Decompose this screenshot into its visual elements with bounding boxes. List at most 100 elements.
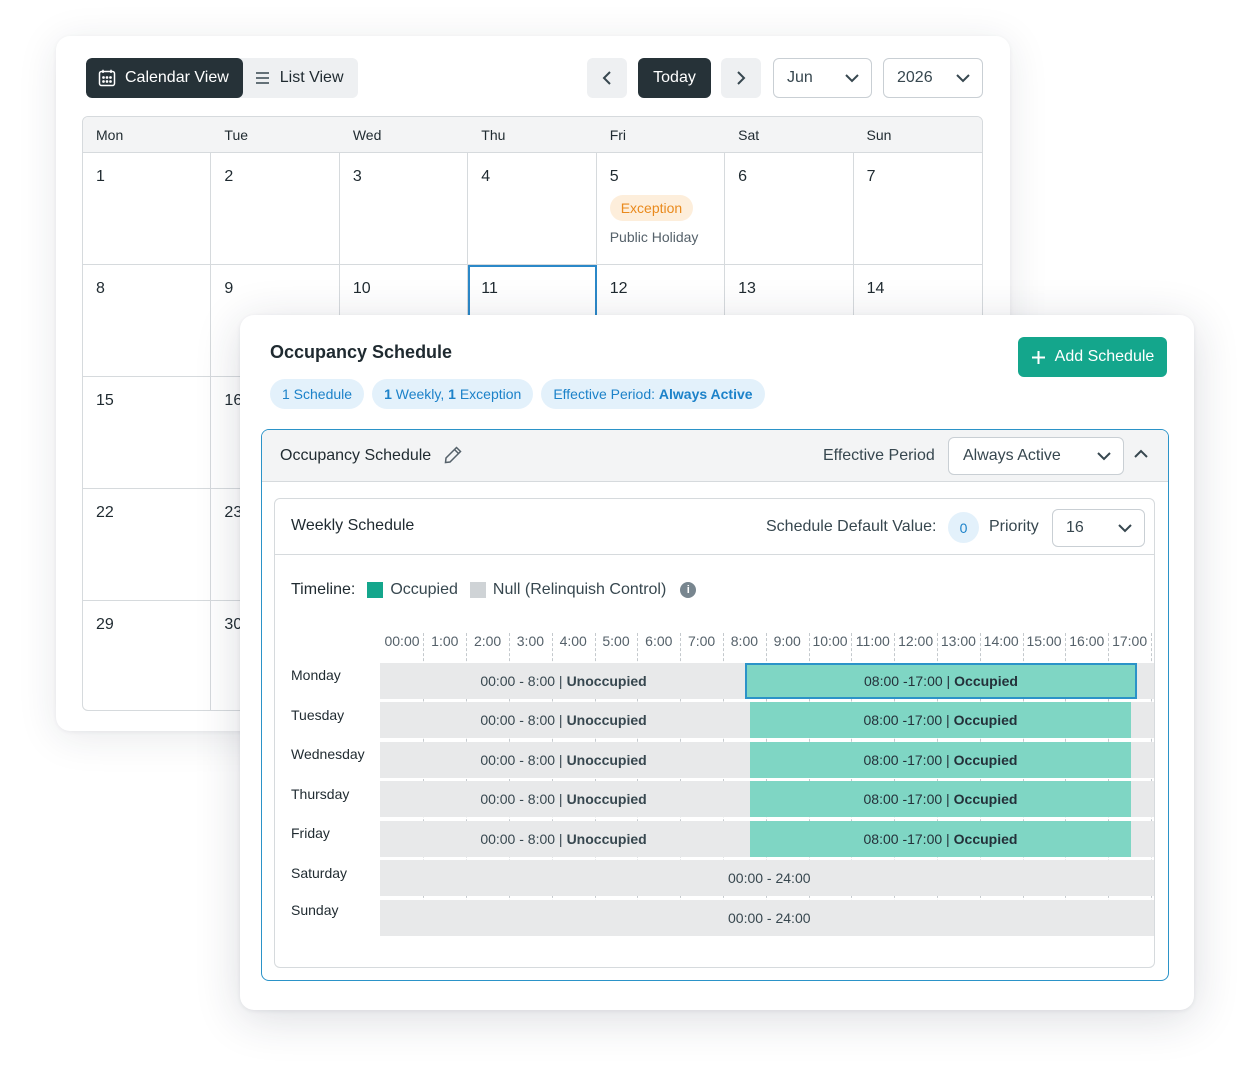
list-view-button[interactable]: List View: [243, 58, 358, 98]
unoccupied-segment[interactable]: 00:00 - 8:00 | Unoccupied: [380, 702, 747, 738]
legend-null: Null (Relinquish Control): [469, 581, 667, 599]
weekday-label: Fri: [609, 127, 627, 143]
unoccupied-segment[interactable]: 00:00 - 8:00 | Unoccupied: [380, 781, 747, 817]
schedule-type-chip: 1 Weekly, 1 Exception: [372, 379, 534, 409]
day-cell[interactable]: 22: [83, 489, 212, 601]
unoccupied-segment[interactable]: 00:00 - 8:00 | Unoccupied: [380, 663, 747, 699]
month-select[interactable]: Jun: [773, 58, 872, 98]
day-number: 15: [96, 392, 114, 409]
segment-state: Occupied: [953, 791, 1018, 807]
null-segment[interactable]: 00:00 - 24:00: [380, 860, 1154, 896]
calendar-view-label: Calendar View: [125, 69, 229, 86]
day-cell[interactable]: 8: [83, 265, 212, 377]
view-toggle: Calendar View List View: [86, 58, 358, 98]
chevron-up-icon[interactable]: [1133, 446, 1149, 467]
occupied-segment[interactable]: 08:00 -17:00 | Occupied: [750, 821, 1131, 857]
legend-title: Timeline:: [291, 581, 356, 598]
weekly-schedule: Weekly Schedule Schedule Default Value: …: [274, 498, 1155, 968]
day-cell[interactable]: 1: [83, 153, 212, 265]
segment-range: 00:00 - 24:00: [728, 870, 811, 886]
day-cell[interactable]: 2: [211, 153, 340, 265]
day-number: 10: [352, 280, 371, 297]
day-number: 1: [96, 168, 105, 185]
default-value-badge: 0: [948, 512, 979, 543]
segment-state: Unoccupied: [566, 752, 647, 768]
null-swatch: [469, 582, 486, 598]
day-cell[interactable]: 6: [725, 153, 854, 265]
hour-label: 00:00: [383, 633, 421, 649]
day-number: 13: [738, 280, 756, 297]
unoccupied-segment[interactable]: 00:00 - 8:00 | Unoccupied: [380, 821, 747, 857]
occupied-swatch: [367, 582, 384, 598]
today-button[interactable]: Today: [638, 58, 711, 98]
occupied-segment[interactable]: 08:00 -17:00 | Occupied: [750, 702, 1131, 738]
hour-label: 15:00: [1025, 633, 1063, 649]
hour-label: 16:00: [1068, 633, 1106, 649]
default-value-label: Schedule Default Value:: [766, 518, 937, 535]
weekday-label: Mon: [96, 127, 124, 143]
hour-label: 5:00: [601, 633, 631, 649]
day-cell[interactable]: 29: [83, 601, 212, 710]
timeline-row: 00:00 - 8:00 | Unoccupied 08:00 -17:00 | O…: [380, 702, 1154, 738]
timeline-row: 00:00 - 24:00: [380, 860, 1154, 896]
schedule-count-chip: 1 Schedule: [270, 379, 365, 409]
segment-state: Unoccupied: [566, 791, 647, 807]
year-select[interactable]: 2026: [883, 58, 983, 98]
effective-period-select[interactable]: Always Active: [948, 437, 1124, 475]
hour-label: 3:00: [515, 633, 546, 649]
segment-range: 08:00 -17:00 |: [864, 673, 951, 689]
next-month-button[interactable]: [721, 58, 761, 98]
occupied-segment[interactable]: 08:00 -17:00 | Occupied: [750, 742, 1131, 778]
legend-occupied: Occupied: [367, 581, 458, 599]
day-label: Monday: [291, 667, 341, 683]
add-schedule-button[interactable]: Add Schedule: [1018, 337, 1167, 377]
segment-range: 00:00 - 8:00 |: [480, 712, 563, 728]
effective-period-label: Effective Period: [823, 447, 935, 464]
occupied-segment[interactable]: 08:00 -17:00 | Occupied: [750, 781, 1131, 817]
day-cell[interactable]: 15: [83, 377, 212, 489]
chevron-down-icon: [845, 73, 859, 82]
day-cell[interactable]: 7: [853, 153, 982, 265]
unoccupied-segment[interactable]: 00:00 - 8:00 | Unoccupied: [380, 742, 747, 778]
weekly-text: Weekly,: [391, 386, 449, 402]
priority-label: Priority: [989, 518, 1039, 535]
segment-range: 00:00 - 8:00 |: [480, 831, 563, 847]
day-cell[interactable]: 4: [468, 153, 597, 265]
info-icon[interactable]: i: [680, 582, 697, 598]
period-label: Effective Period:: [553, 386, 659, 402]
segment-range: 00:00 - 8:00 |: [480, 673, 563, 689]
day-number: 12: [609, 280, 628, 297]
hour-label: 7:00: [686, 633, 717, 649]
timeline-row: 00:00 - 8:00 | Unoccupied 08:00 -17:00 | O…: [380, 742, 1154, 778]
schedule-name: Occupancy Schedule: [280, 447, 432, 464]
exception-description: Public Holiday: [609, 229, 699, 245]
legend-null-label: Null (Relinquish Control): [492, 581, 667, 598]
priority-select[interactable]: 16: [1052, 509, 1145, 547]
list-view-label: List View: [279, 69, 344, 86]
segment-state: Unoccupied: [566, 831, 647, 847]
hour-label: 12:00: [897, 633, 935, 649]
day-cell[interactable]: 3: [339, 153, 469, 265]
priority-value: 16: [1066, 519, 1084, 536]
pencil-icon[interactable]: [443, 445, 463, 470]
schedule-block: Occupancy Schedule Effective Period Alwa…: [261, 429, 1169, 981]
day-label: Wednesday: [291, 746, 365, 762]
day-label: Thursday: [291, 786, 350, 802]
day-number: 6: [738, 168, 748, 185]
calendar-view-button[interactable]: Calendar View: [86, 58, 243, 98]
chevron-right-icon: [737, 71, 746, 85]
timeline-row: 00:00 - 8:00 | Unoccupied 08:00 -17:00 | O…: [380, 781, 1154, 817]
hour-label: 14:00: [982, 633, 1020, 649]
null-segment[interactable]: 00:00 - 24:00: [380, 900, 1154, 936]
hour-label: 2:00: [472, 633, 503, 649]
occupied-segment-selected[interactable]: 08:00 -17:00 | Occupied: [745, 663, 1137, 699]
day-cell[interactable]: 5 Exception Public Holiday: [596, 153, 726, 265]
segment-range: 08:00 -17:00 |: [863, 791, 950, 807]
exception-badge[interactable]: Exception: [609, 195, 694, 221]
weekday-label: Thu: [481, 127, 506, 143]
day-label: Friday: [291, 825, 330, 841]
segment-range: 00:00 - 8:00 |: [480, 752, 563, 768]
previous-month-button[interactable]: [587, 58, 627, 98]
segment-state: Occupied: [953, 752, 1018, 768]
schedule-panel: Occupancy Schedule Add Schedule 1 Schedu…: [240, 315, 1194, 1010]
